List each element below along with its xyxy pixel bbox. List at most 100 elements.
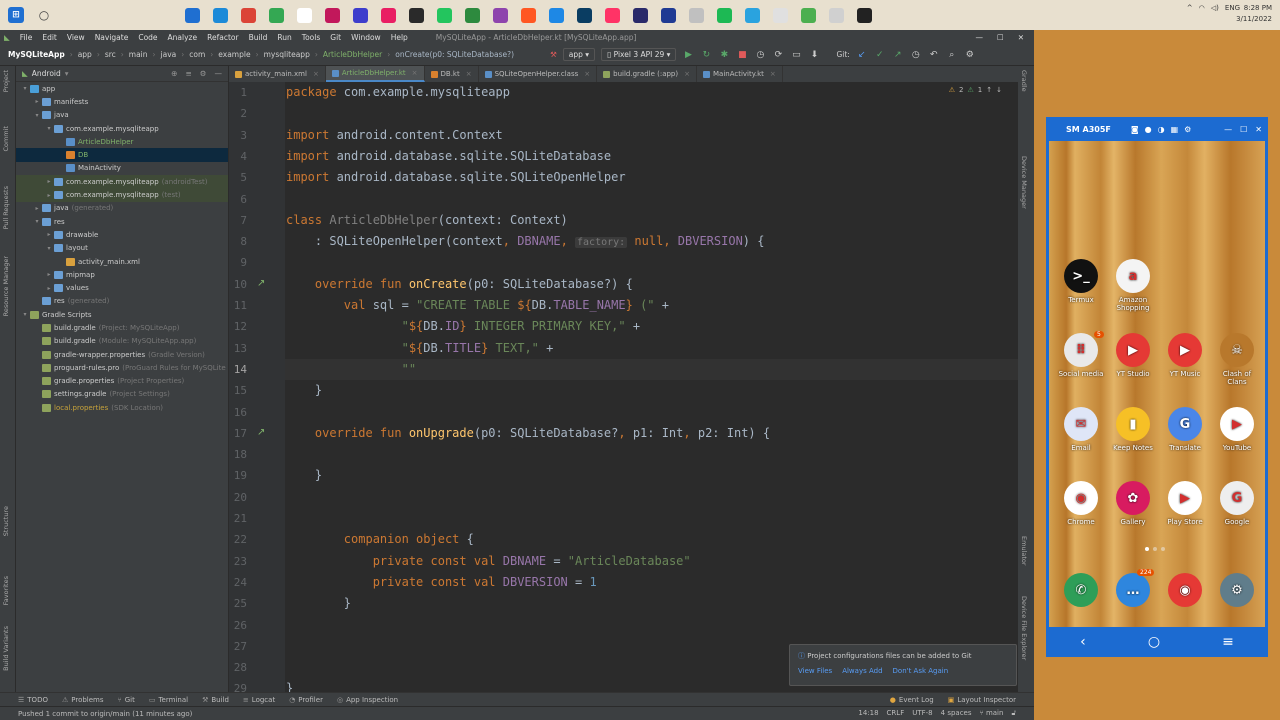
tree-item[interactable]: gradle-wrapper.properties (Gradle Version…: [16, 348, 228, 361]
tool-window-logcat[interactable]: ≡ Logcat: [243, 696, 275, 704]
sdk-manager-icon[interactable]: ⬇: [808, 49, 820, 61]
prev-highlight-icon[interactable]: ↑: [986, 86, 992, 94]
wifi-icon[interactable]: ◠: [1199, 4, 1205, 12]
expand-arrow-icon[interactable]: ▾: [20, 85, 30, 92]
breadcrumb-item[interactable]: example: [218, 50, 250, 59]
tree-item[interactable]: proguard-rules.pro (ProGuard Rules for My…: [16, 361, 228, 374]
avd-manager-icon[interactable]: ▭: [790, 49, 802, 61]
close-tab-icon[interactable]: ×: [770, 70, 776, 78]
phone-app[interactable]: ⚙: [1213, 573, 1261, 610]
git-branch[interactable]: ⑂ main: [980, 709, 1004, 718]
expand-arrow-icon[interactable]: ▸: [44, 271, 54, 278]
expand-arrow-icon[interactable]: ▾: [32, 112, 42, 119]
taskbar-app-icon[interactable]: [716, 7, 732, 23]
tree-item[interactable]: build.gradle (Project: MySQLiteApp): [16, 321, 228, 334]
phone-app-social-media[interactable]: ⠿ Social media: [1057, 333, 1105, 378]
phone-app-clash-of-clans[interactable]: ☠ Clash of Clans: [1213, 333, 1261, 386]
tree-item[interactable]: build.gradle (Module: MySQLiteApp.app): [16, 335, 228, 348]
taskbar-app-icon[interactable]: [744, 7, 760, 23]
menu-code[interactable]: Code: [138, 33, 157, 42]
panel-settings-icon[interactable]: ⚙: [200, 69, 207, 78]
taskbar-app-icon[interactable]: [268, 7, 284, 23]
device-settings-icon[interactable]: ⚙: [1184, 125, 1191, 134]
git-update-icon[interactable]: ↙: [856, 49, 868, 61]
taskbar-app-icon[interactable]: [464, 7, 480, 23]
debug-icon[interactable]: ✱: [718, 49, 730, 61]
expand-arrow-icon[interactable]: ▾: [20, 311, 30, 318]
tree-item[interactable]: ▸ values: [16, 281, 228, 294]
side-tab-gradle[interactable]: Gradle: [1020, 70, 1028, 92]
breadcrumb-item[interactable]: ArticleDbHelper: [323, 50, 382, 59]
phone-app-keep-notes[interactable]: ▮ Keep Notes: [1109, 407, 1157, 452]
side-tab-structure[interactable]: Structure: [2, 506, 10, 536]
menu-help[interactable]: Help: [391, 33, 408, 42]
phone-app[interactable]: …: [1109, 573, 1157, 610]
breadcrumb-item[interactable]: java: [161, 50, 177, 59]
device-dropdown[interactable]: ▯ Pixel 3 API 29 ▾: [601, 48, 677, 61]
taskbar-app-icon[interactable]: [772, 7, 788, 23]
side-tab-favorites[interactable]: Favorites: [2, 576, 10, 605]
tree-item[interactable]: ▾ res: [16, 215, 228, 228]
minimize-icon[interactable]: —: [975, 33, 983, 42]
breadcrumb-item[interactable]: src: [105, 50, 116, 59]
code-editor[interactable]: ⚠ 2 ⚠ 1 ↑ ↓ package com.example.mysqliteapp…: [285, 82, 1018, 695]
maximize-icon[interactable]: ☐: [1240, 125, 1247, 134]
record-icon[interactable]: ●: [1145, 125, 1152, 134]
inspection-widget[interactable]: ⚠ 2 ⚠ 1 ↑ ↓: [949, 86, 1002, 94]
taskbar-app-icon[interactable]: [660, 7, 676, 23]
sync-icon[interactable]: ⟳: [772, 49, 784, 61]
menu-run[interactable]: Run: [277, 33, 291, 42]
stop-icon[interactable]: ■: [736, 49, 748, 61]
git-history-icon[interactable]: ◷: [910, 49, 922, 61]
keyboard-icon[interactable]: ▦: [1171, 125, 1179, 134]
tool-window-terminal[interactable]: ▭ Terminal: [149, 696, 188, 704]
expand-arrow-icon[interactable]: ▾: [44, 125, 54, 132]
tree-item[interactable]: local.properties (SDK Location): [16, 401, 228, 414]
menu-build[interactable]: Build: [249, 33, 268, 42]
menu-git[interactable]: Git: [330, 33, 341, 42]
phone-app-play-store[interactable]: ▶ Play Store: [1161, 481, 1209, 526]
breadcrumb-item[interactable]: mysqliteapp: [264, 50, 310, 59]
phone-app[interactable]: ✆: [1057, 573, 1105, 610]
minimize-icon[interactable]: —: [1224, 125, 1232, 134]
taskbar-app-icon[interactable]: [688, 7, 704, 23]
taskbar-app-icon[interactable]: [548, 7, 564, 23]
taskbar-app-icon[interactable]: [492, 7, 508, 23]
volume-icon[interactable]: ◁): [1211, 4, 1219, 12]
tree-item[interactable]: ▸ com.example.mysqliteapp (test): [16, 188, 228, 202]
override-marker-icon[interactable]: ↗: [257, 427, 265, 438]
menu-window[interactable]: Window: [351, 33, 381, 42]
expand-arrow-icon[interactable]: ▸: [44, 178, 54, 185]
taskbar-app-icon[interactable]: [240, 7, 256, 23]
search-everywhere-icon[interactable]: ⌕: [946, 49, 958, 61]
taskbar-app-icon[interactable]: [352, 7, 368, 23]
home-icon[interactable]: ○: [1148, 634, 1160, 650]
close-tab-icon[interactable]: ×: [412, 69, 418, 77]
notification-link[interactable]: Always Add: [842, 667, 882, 675]
side-tab-commit[interactable]: Commit: [2, 126, 10, 152]
phone-app-chrome[interactable]: ◉ Chrome: [1057, 481, 1105, 526]
next-highlight-icon[interactable]: ↓: [996, 86, 1002, 94]
close-tab-icon[interactable]: ×: [684, 70, 690, 78]
indent-setting[interactable]: 4 spaces: [941, 709, 972, 718]
tree-item[interactable]: settings.gradle (Project Settings): [16, 388, 228, 401]
audio-icon[interactable]: ◑: [1158, 125, 1165, 134]
notification-link[interactable]: Don't Ask Again: [893, 667, 949, 675]
caret-position[interactable]: 14:18: [858, 709, 878, 718]
camera-icon[interactable]: ◙: [1131, 125, 1139, 134]
tree-item[interactable]: ▸ com.example.mysqliteapp (androidTest): [16, 175, 228, 189]
tree-item[interactable]: ▾ Gradle Scripts: [16, 308, 228, 321]
taskbar-app-icon[interactable]: [604, 7, 620, 23]
tree-item[interactable]: ▸ drawable: [16, 228, 228, 241]
close-tab-icon[interactable]: ×: [313, 70, 319, 78]
override-marker-icon[interactable]: ↗: [257, 278, 265, 289]
chevron-down-icon[interactable]: ▾: [65, 69, 69, 78]
tree-item[interactable]: ▸ manifests: [16, 95, 228, 108]
lock-icon[interactable]: 🔓︎: [1011, 709, 1016, 718]
tool-window-problems[interactable]: ⚠ Problems: [62, 696, 104, 704]
side-tab-build-variants[interactable]: Build Variants: [2, 626, 10, 671]
tree-item[interactable]: ▸ java (generated): [16, 202, 228, 215]
expand-arrow-icon[interactable]: ▸: [32, 98, 42, 105]
taskbar-app-icon[interactable]: [324, 7, 340, 23]
side-tab-pull-requests[interactable]: Pull Requests: [2, 186, 10, 229]
